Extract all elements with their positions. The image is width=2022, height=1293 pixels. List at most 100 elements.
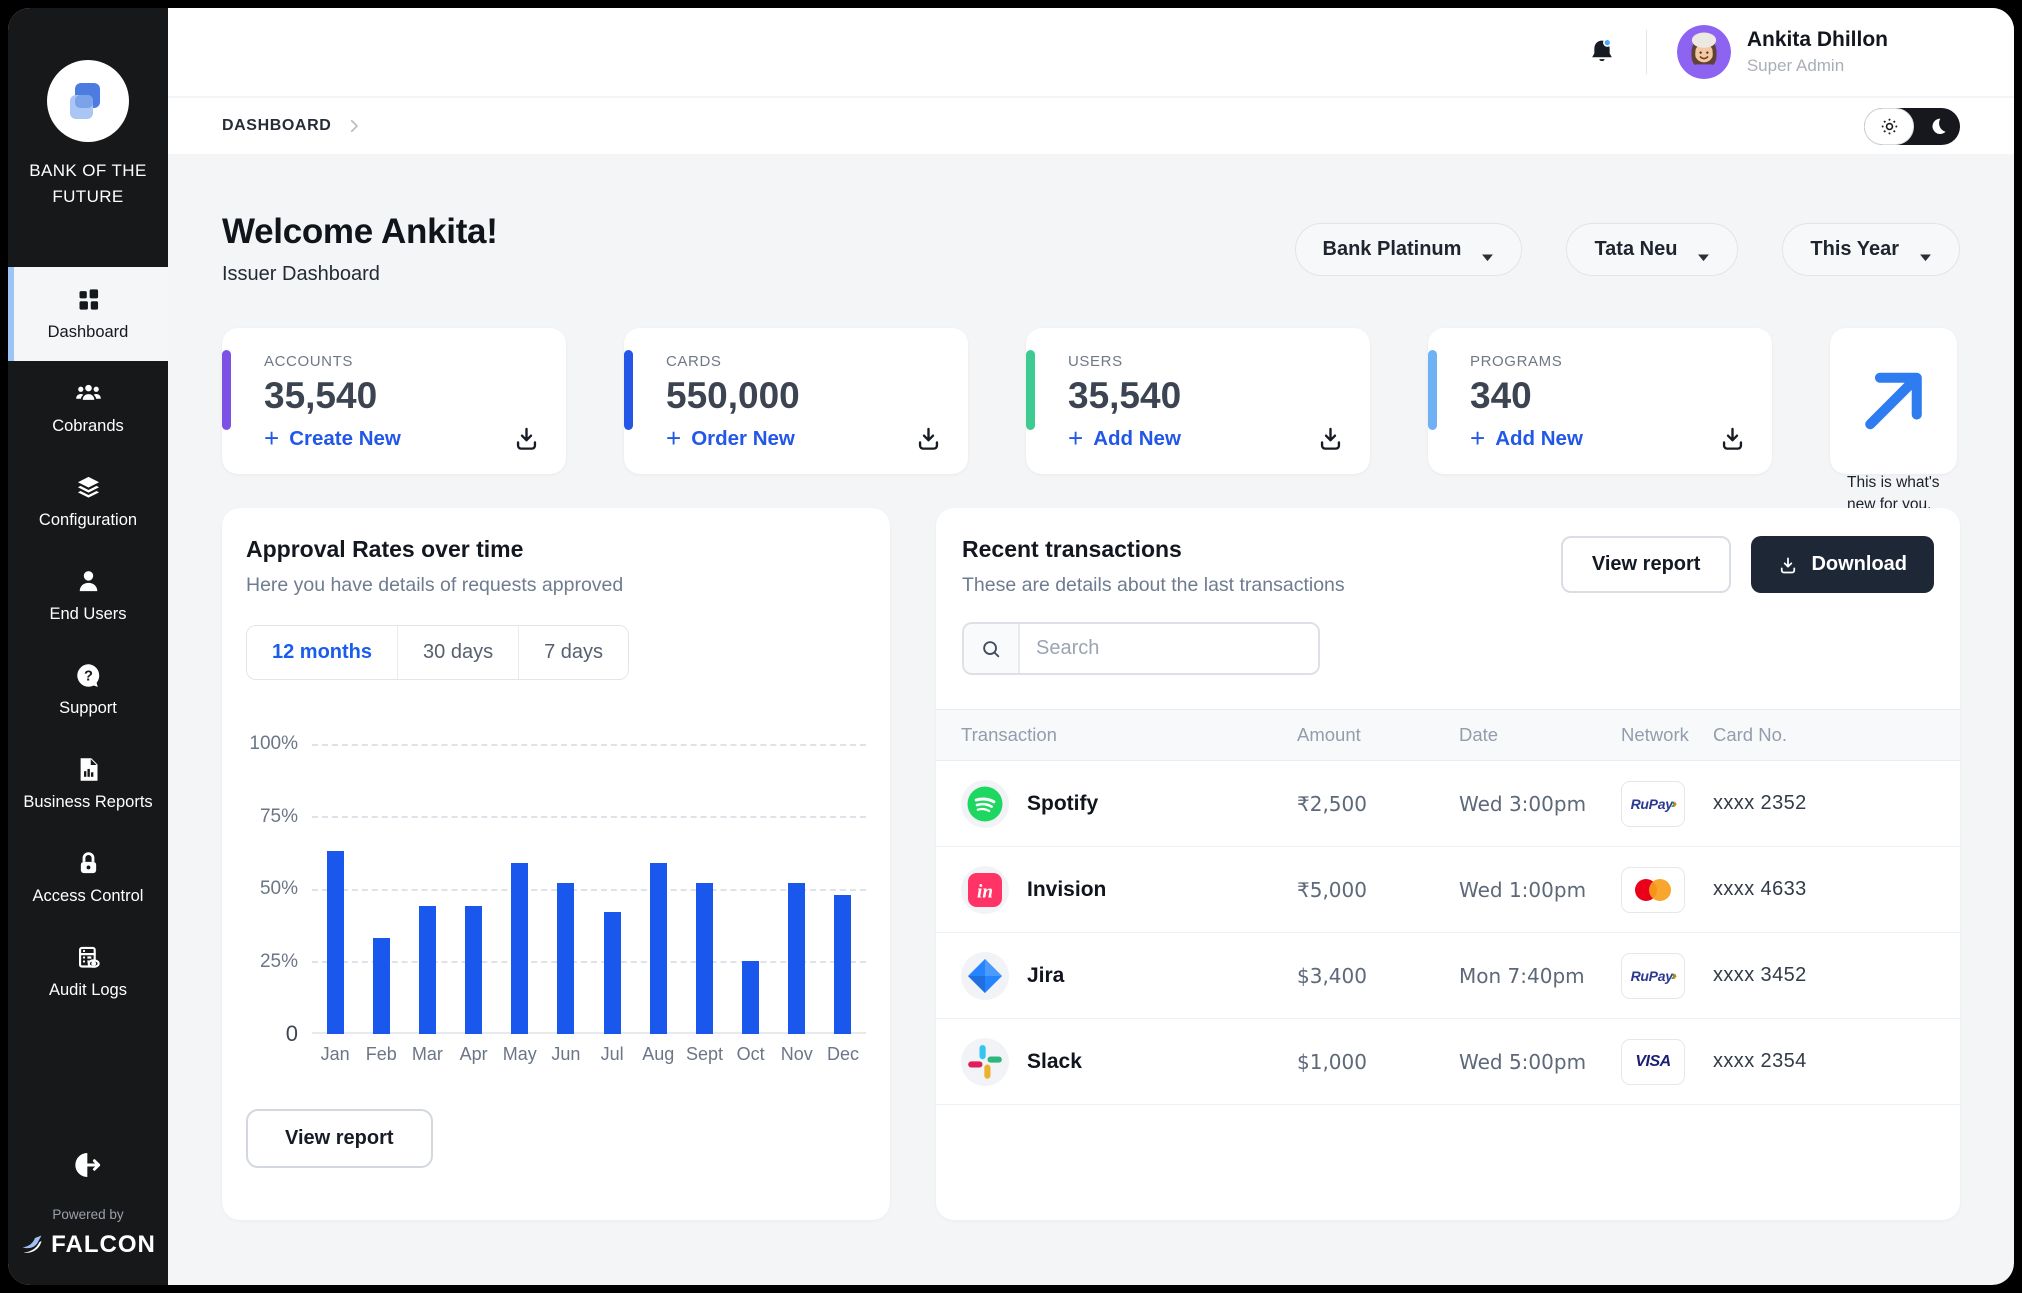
filter-label: Tata Neu xyxy=(1594,238,1677,261)
x-axis-label: Aug xyxy=(635,1044,681,1065)
chart-view-report-button[interactable]: View report xyxy=(246,1109,433,1168)
download-icon[interactable] xyxy=(1317,425,1344,452)
transaction-amount: $1,000 xyxy=(1297,1050,1459,1074)
sidebar-item-dashboard[interactable]: Dashboard xyxy=(8,267,168,361)
breadcrumb-dashboard[interactable]: DASHBOARD xyxy=(222,117,331,135)
transaction-card-number: xxxx 2352 xyxy=(1713,792,1960,815)
download-icon[interactable] xyxy=(513,425,540,452)
transaction-row-invision[interactable]: inInvision₹5,000Wed 1:00pmxxxx 4633 xyxy=(936,847,1960,933)
transaction-date: Wed 3:00pm xyxy=(1459,792,1621,816)
stat-label: ACCOUNTS xyxy=(264,353,540,370)
jira-icon xyxy=(961,952,1009,1000)
x-axis-label: Nov xyxy=(774,1044,820,1065)
transaction-card-number: xxxx 3452 xyxy=(1713,964,1960,987)
transaction-card-number: xxxx 4633 xyxy=(1713,878,1960,901)
y-axis-tick: 0 xyxy=(286,1021,298,1047)
svg-text:in: in xyxy=(977,881,993,902)
stat-action-button[interactable]: +Add New xyxy=(1470,426,1583,452)
y-axis-tick: 50% xyxy=(260,878,298,900)
topbar: Ankita Dhillon Super Admin xyxy=(168,8,2014,96)
sidebar-nav: Dashboard Cobrands Configuration End Users?… xyxy=(8,267,168,1019)
transaction-card-number: xxxx 2354 xyxy=(1713,1050,1960,1073)
topbar-divider xyxy=(1646,30,1647,74)
sidebar-item-label: End Users xyxy=(49,605,126,624)
main-area: Ankita Dhillon Super Admin DASHBOARD xyxy=(168,8,2014,1285)
range-tab-30-days[interactable]: 30 days xyxy=(397,626,518,679)
access-control-icon xyxy=(75,850,102,877)
network-badge: VISA xyxy=(1621,1039,1685,1085)
download-icon[interactable] xyxy=(915,425,942,452)
stat-label: USERS xyxy=(1068,353,1344,370)
stat-value: 550,000 xyxy=(666,375,942,417)
transaction-date: Wed 5:00pm xyxy=(1459,1050,1621,1074)
stats-row: ACCOUNTS35,540+Create NewCARDS550,000+Or… xyxy=(222,328,1960,474)
x-axis-label: May xyxy=(497,1044,543,1065)
sidebar-item-audit-logs[interactable]: Audit Logs xyxy=(8,925,168,1019)
light-mode-sun-icon[interactable] xyxy=(1864,108,1914,145)
transaction-amount: ₹5,000 xyxy=(1297,878,1459,902)
x-axis-label: Feb xyxy=(358,1044,404,1065)
y-axis-tick: 75% xyxy=(260,806,298,828)
plus-icon: + xyxy=(1470,425,1485,451)
download-label: Download xyxy=(1811,553,1907,576)
filter-dropdown-period[interactable]: This Year xyxy=(1782,223,1960,276)
transaction-row-jira[interactable]: Jira$3,400Mon 7:40pmRuPay››xxxx 3452 xyxy=(936,933,1960,1019)
user-role: Super Admin xyxy=(1747,56,1888,76)
transactions-table: TransactionAmountDateNetworkCard No. Spo… xyxy=(936,709,1960,1105)
dark-mode-moon-icon[interactable] xyxy=(1928,116,1948,136)
notifications-bell-icon[interactable] xyxy=(1586,36,1618,68)
stat-accent-bar xyxy=(1428,350,1437,430)
sidebar-item-configuration[interactable]: Configuration xyxy=(8,455,168,549)
transaction-row-spotify[interactable]: Spotify₹2,500Wed 3:00pmRuPay››xxxx 2352 xyxy=(936,761,1960,847)
column-header-card-no-: Card No. xyxy=(1713,724,1960,746)
rupay-logo: RuPay xyxy=(1631,968,1673,984)
filter-dropdown-cobrand[interactable]: Tata Neu xyxy=(1566,223,1738,276)
stat-action-button[interactable]: +Add New xyxy=(1068,426,1181,452)
filter-dropdown-program[interactable]: Bank Platinum xyxy=(1295,223,1523,276)
sidebar-item-end-users[interactable]: End Users xyxy=(8,549,168,643)
user-name: Ankita Dhillon xyxy=(1747,28,1888,52)
transactions-download-button[interactable]: Download xyxy=(1751,536,1934,593)
transaction-row-slack[interactable]: Slack$1,000Wed 5:00pmVISAxxxx 2354 xyxy=(936,1019,1960,1105)
sidebar-item-cobrands[interactable]: Cobrands xyxy=(8,361,168,455)
profile-text: Ankita Dhillon Super Admin xyxy=(1747,28,1888,76)
theme-toggle[interactable] xyxy=(1864,108,1960,145)
sidebar-item-label: Configuration xyxy=(39,511,137,530)
page-subtitle: Issuer Dashboard xyxy=(222,263,498,286)
chart-bar-oct xyxy=(742,961,759,1034)
whats-new-card[interactable]: This is what's new for you. xyxy=(1830,328,1957,474)
plus-icon: + xyxy=(264,425,279,451)
stat-value: 35,540 xyxy=(1068,375,1344,417)
sidebar-item-label: Support xyxy=(59,699,117,718)
stat-action-button[interactable]: +Order New xyxy=(666,426,795,452)
falcon-name: FALCON xyxy=(51,1231,156,1259)
stat-action-button[interactable]: +Create New xyxy=(264,426,401,452)
range-tabs: 12 months30 days7 days xyxy=(246,625,629,680)
bank-logo-icon xyxy=(65,78,111,124)
x-axis-label: Jul xyxy=(589,1044,635,1065)
chart-plot xyxy=(312,744,866,1034)
search-input[interactable] xyxy=(1020,624,1318,673)
sidebar-item-business-reports[interactable]: Business Reports xyxy=(8,737,168,831)
chart-bar-jun xyxy=(557,883,574,1034)
transaction-date: Wed 1:00pm xyxy=(1459,878,1621,902)
logout-icon[interactable] xyxy=(72,1149,104,1181)
sidebar-item-label: Audit Logs xyxy=(49,981,127,1000)
sidebar-bottom: Powered by FALCON xyxy=(8,1149,168,1285)
svg-text:?: ? xyxy=(84,668,93,684)
transactions-view-report-button[interactable]: View report xyxy=(1561,536,1732,593)
x-axis-label: Mar xyxy=(404,1044,450,1065)
sidebar-item-label: Access Control xyxy=(33,887,144,906)
range-tab-7-days[interactable]: 7 days xyxy=(518,626,628,679)
network-badge: RuPay›› xyxy=(1621,953,1685,999)
chart-bar-jul xyxy=(604,912,621,1034)
transactions-subtitle: These are details about the last transac… xyxy=(962,574,1345,597)
chart-x-labels: JanFebMarAprMayJunJulAugSeptOctNovDec xyxy=(312,1044,866,1065)
sidebar-item-access-control[interactable]: Access Control xyxy=(8,831,168,925)
sidebar-item-label: Cobrands xyxy=(52,417,124,436)
download-icon[interactable] xyxy=(1719,425,1746,452)
profile-menu[interactable]: Ankita Dhillon Super Admin xyxy=(1677,25,1888,79)
range-tab-12-months[interactable]: 12 months xyxy=(247,626,397,679)
sidebar-item-support[interactable]: ? Support xyxy=(8,643,168,737)
breadcrumb: DASHBOARD xyxy=(222,117,363,135)
